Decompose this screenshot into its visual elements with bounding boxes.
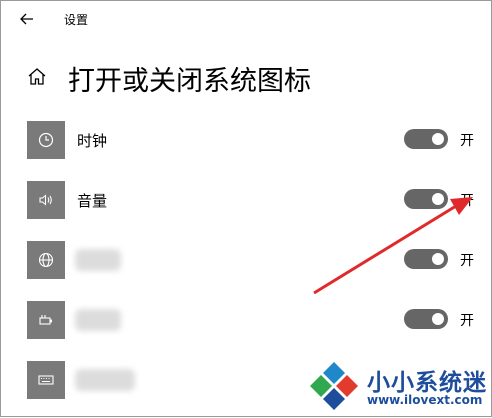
- blurred-label: [75, 369, 135, 391]
- volume-icon: [27, 181, 65, 219]
- clock-icon: [27, 121, 65, 159]
- toggle-state: 开: [460, 133, 474, 149]
- toggle-switch[interactable]: [404, 309, 448, 329]
- watermark: 小小系统迷 www.ilovext.com: [307, 360, 487, 412]
- blurred-label: [75, 249, 121, 271]
- toggle-state: 开: [460, 253, 474, 269]
- keyboard-icon: [27, 361, 65, 399]
- list-item-clock: 时钟 开: [1, 121, 491, 165]
- toggle-state: 开: [460, 193, 474, 209]
- toggle-switch[interactable]: [404, 249, 448, 269]
- list-item-volume: 音量 开: [1, 181, 491, 225]
- watermark-logo-icon: [310, 362, 358, 410]
- toggle-switch[interactable]: [404, 129, 448, 149]
- title-bar: 设置: [1, 1, 491, 37]
- back-arrow-icon: [20, 13, 33, 25]
- blurred-label: [75, 309, 121, 331]
- item-label: 音量: [77, 192, 108, 210]
- window-title: 设置: [64, 13, 89, 27]
- page-title: 打开或关闭系统图标: [68, 66, 311, 97]
- toggle-state: 开: [460, 313, 474, 329]
- item-label: 时钟: [77, 132, 108, 150]
- home-icon[interactable]: [25, 65, 49, 89]
- power-icon: [27, 301, 65, 339]
- list-item-power: 开: [1, 301, 491, 345]
- watermark-url: www.ilovext.com: [367, 393, 483, 407]
- toggle-switch[interactable]: [404, 189, 448, 209]
- back-button[interactable]: [15, 7, 39, 31]
- globe-icon: [27, 241, 65, 279]
- watermark-text: 小小系统迷: [367, 370, 487, 396]
- list-item-network: 开: [1, 241, 491, 285]
